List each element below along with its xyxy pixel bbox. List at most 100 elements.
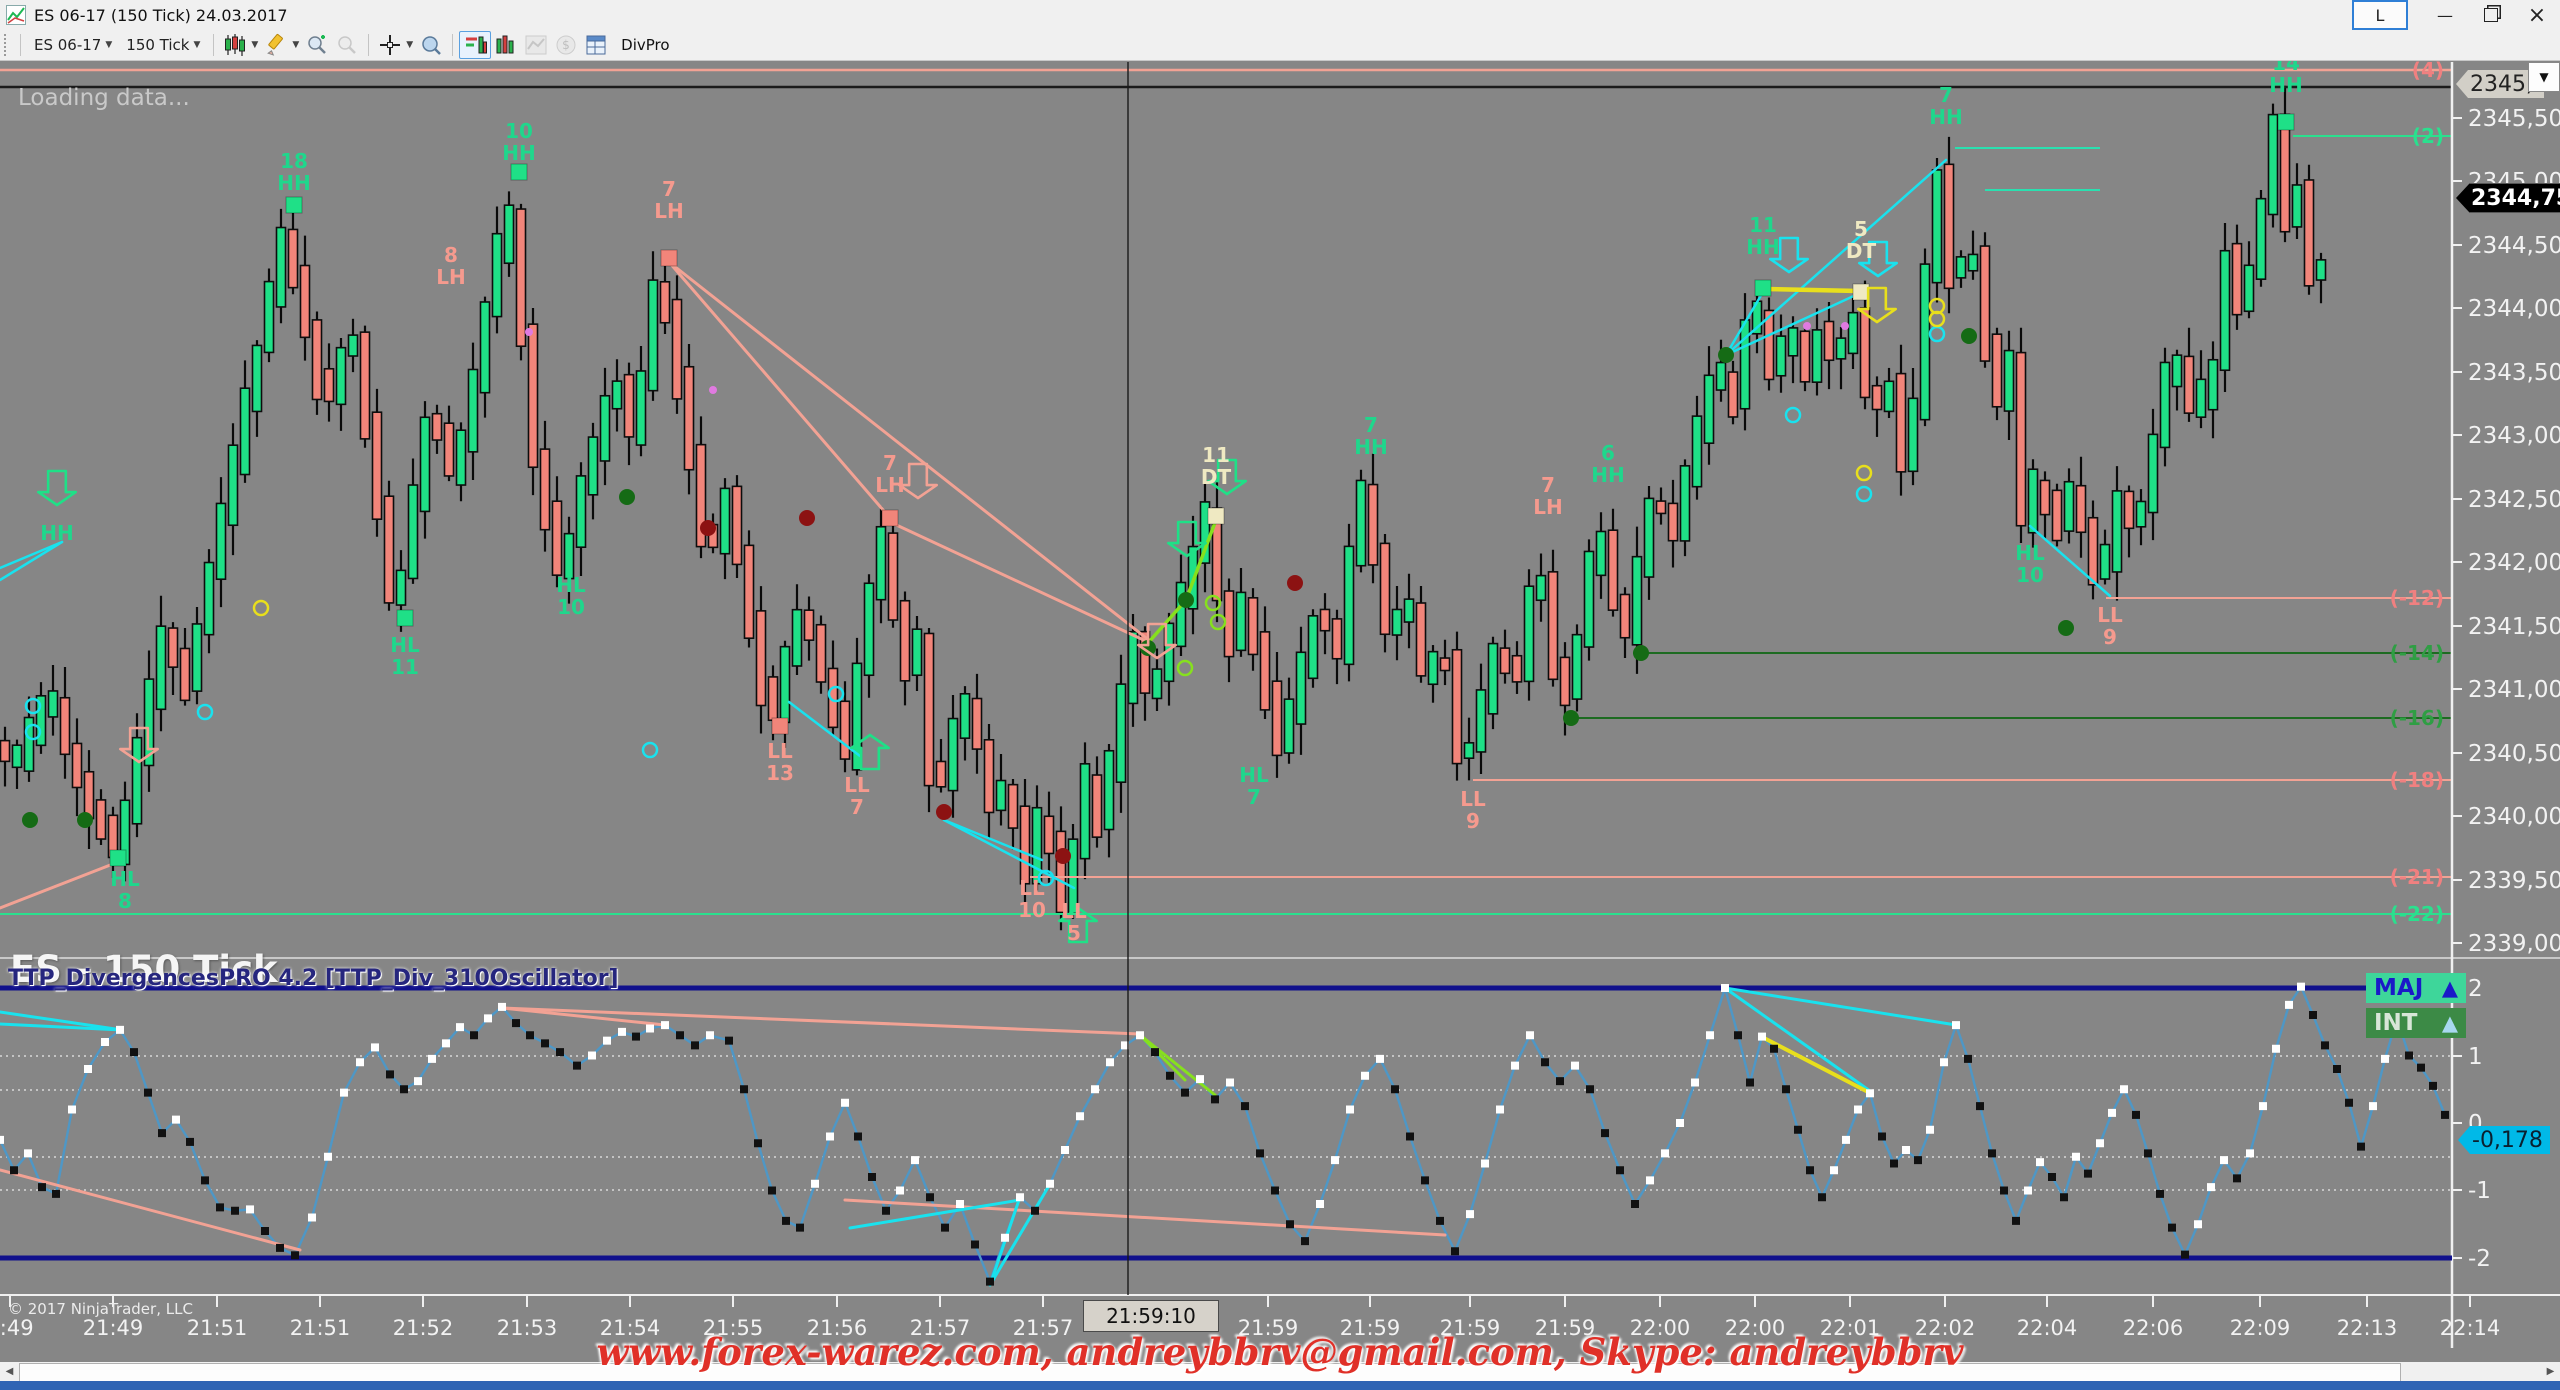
interval-label: 150 Tick: [126, 36, 189, 54]
link-button[interactable]: L: [2352, 0, 2408, 30]
svg-text:HH: HH: [40, 521, 73, 545]
svg-text:10HH: 10HH: [502, 119, 535, 165]
chevron-down-icon: ▼: [406, 40, 413, 50]
svg-text:HL10: HL10: [556, 573, 586, 619]
oscillator-value: -0,178: [2470, 1126, 2550, 1154]
zoom-in-button[interactable]: [302, 32, 332, 58]
instrument-selector[interactable]: ES 06-17 ▼: [27, 34, 119, 56]
svg-text:(-22): (-22): [2390, 902, 2444, 926]
chevron-down-icon: ▼: [251, 40, 258, 50]
tag-arrow: [2456, 184, 2469, 212]
crosshair-icon: [378, 33, 402, 57]
svg-text:(-16): (-16): [2390, 706, 2444, 730]
svg-text:2340,50: 2340,50: [2468, 741, 2560, 767]
drawing-tools-button[interactable]: ▼: [261, 32, 302, 58]
chevron-down-icon: ▼: [193, 40, 200, 50]
restore-button[interactable]: [2468, 2, 2514, 28]
title-bar: ES 06-17 (150 Tick) 24.03.2017 L — ×: [0, 0, 2560, 30]
up-arrow-icon: ▲: [2442, 1011, 2458, 1035]
cursor-mode-button[interactable]: ▼: [375, 32, 416, 58]
chevron-down-icon: ▼: [292, 40, 299, 50]
svg-text:LL10: LL10: [1018, 876, 1046, 922]
toolbar: ES 06-17 ▼ 150 Tick ▼ ▼ ▼: [0, 30, 2560, 61]
divpro-indicator-label[interactable]: DivPro: [621, 36, 669, 54]
indicator-panel-icon: [463, 33, 487, 57]
svg-text:2339,50: 2339,50: [2468, 868, 2560, 894]
svg-text:-1: -1: [2468, 1178, 2491, 1204]
loading-status: Loading data...: [18, 85, 190, 111]
svg-text:2342,00: 2342,00: [2468, 550, 2560, 576]
svg-text:2340,00: 2340,00: [2468, 804, 2560, 830]
chart-style-button[interactable]: ▼: [220, 32, 261, 58]
major-signal-badge: MAJ ▲: [2366, 973, 2466, 1003]
oscillator-value-marker: -0,178: [2458, 1126, 2550, 1154]
minimize-button[interactable]: —: [2422, 2, 2468, 28]
close-button[interactable]: ×: [2514, 2, 2560, 28]
grid-properties-button[interactable]: [581, 32, 611, 58]
svg-text:14HH: 14HH: [2269, 60, 2302, 97]
bars-panel-button[interactable]: [491, 32, 521, 58]
line-chart-button[interactable]: [521, 32, 551, 58]
window-bottom-border: [0, 1381, 2560, 1390]
tag-arrow: [2456, 70, 2468, 98]
svg-text:2341,00: 2341,00: [2468, 677, 2560, 703]
line-chart-icon: [524, 33, 548, 57]
panel-layout-button[interactable]: [459, 31, 491, 59]
svg-text:(-12): (-12): [2390, 586, 2444, 610]
svg-text:$: $: [562, 38, 570, 52]
table-icon: [584, 33, 608, 57]
svg-text:2339,00: 2339,00: [2468, 931, 2560, 957]
svg-text:HL11: HL11: [390, 633, 420, 679]
window-title: ES 06-17 (150 Tick) 24.03.2017: [34, 6, 288, 25]
svg-text:1: 1: [2468, 1044, 2483, 1070]
instrument-label: ES 06-17: [34, 36, 101, 54]
tag-arrow: [2458, 1126, 2470, 1154]
svg-text:2344,50: 2344,50: [2468, 233, 2560, 259]
svg-text:(2): (2): [2412, 124, 2444, 148]
svg-text:2341,50: 2341,50: [2468, 614, 2560, 640]
svg-text:2343,00: 2343,00: [2468, 423, 2560, 449]
price-axis-dropdown-button[interactable]: ▼: [2528, 62, 2560, 92]
svg-text:2342,50: 2342,50: [2468, 487, 2560, 513]
chart-plot: (4)(2)(-12)(-14)(-16)(-18)(-21)(-22)HH18…: [0, 60, 2560, 1390]
last-price-marker: 2344,75: [2456, 184, 2560, 212]
crosshair-time-label: 21:59:10: [1083, 1300, 1219, 1332]
svg-text:2343,50: 2343,50: [2468, 360, 2560, 386]
svg-text:11DT: 11DT: [1201, 443, 1232, 489]
svg-text:(-21): (-21): [2390, 865, 2444, 889]
int-label: INT: [2374, 1010, 2418, 1036]
chevron-down-icon: ▼: [105, 40, 112, 50]
data-box-button[interactable]: [416, 32, 446, 58]
svg-text:(-18): (-18): [2390, 768, 2444, 792]
svg-text:2345,50: 2345,50: [2468, 106, 2560, 132]
up-arrow-icon: ▲: [2442, 976, 2458, 1000]
maj-label: MAJ: [2374, 975, 2423, 1001]
ninjatrader-chart-window: { "window": { "title": "ES 06-17 (150 Ti…: [0, 0, 2560, 1390]
account-button[interactable]: $: [551, 32, 581, 58]
chart-area[interactable]: (4)(2)(-12)(-14)(-16)(-18)(-21)(-22)HH18…: [0, 60, 2560, 1390]
bars-icon: [494, 33, 518, 57]
watermark-text: www.forex-warez.com, andreybbrv@gmail.co…: [0, 1330, 2560, 1374]
dollar-icon: $: [554, 33, 578, 57]
candlestick-icon: [223, 33, 247, 57]
toolbar-grip[interactable]: [4, 34, 14, 56]
svg-text:(-14): (-14): [2390, 641, 2444, 665]
restore-icon: [2484, 8, 2498, 22]
svg-text:HL10: HL10: [2015, 541, 2045, 587]
last-price-value: 2344,75: [2469, 183, 2560, 213]
interval-selector[interactable]: 150 Tick ▼: [119, 34, 207, 56]
app-chart-icon: [6, 5, 26, 25]
zoom-out-icon: [335, 33, 359, 57]
svg-text:-2: -2: [2468, 1246, 2491, 1272]
svg-text:2344,00: 2344,00: [2468, 296, 2560, 322]
svg-text:(4): (4): [2412, 60, 2444, 82]
zoom-out-button[interactable]: [332, 32, 362, 58]
svg-text:2: 2: [2468, 976, 2483, 1002]
svg-text:11HH: 11HH: [1746, 213, 1779, 259]
magnifier-icon: [419, 33, 443, 57]
svg-text:LL13: LL13: [766, 739, 794, 785]
zoom-in-icon: [305, 33, 329, 57]
intermediate-signal-badge: INT ▲: [2366, 1008, 2466, 1038]
pencil-icon: [264, 33, 288, 57]
oscillator-title: TTP_DivergencesPRO 4.2 [TTP_Div_310Oscil…: [8, 966, 619, 991]
